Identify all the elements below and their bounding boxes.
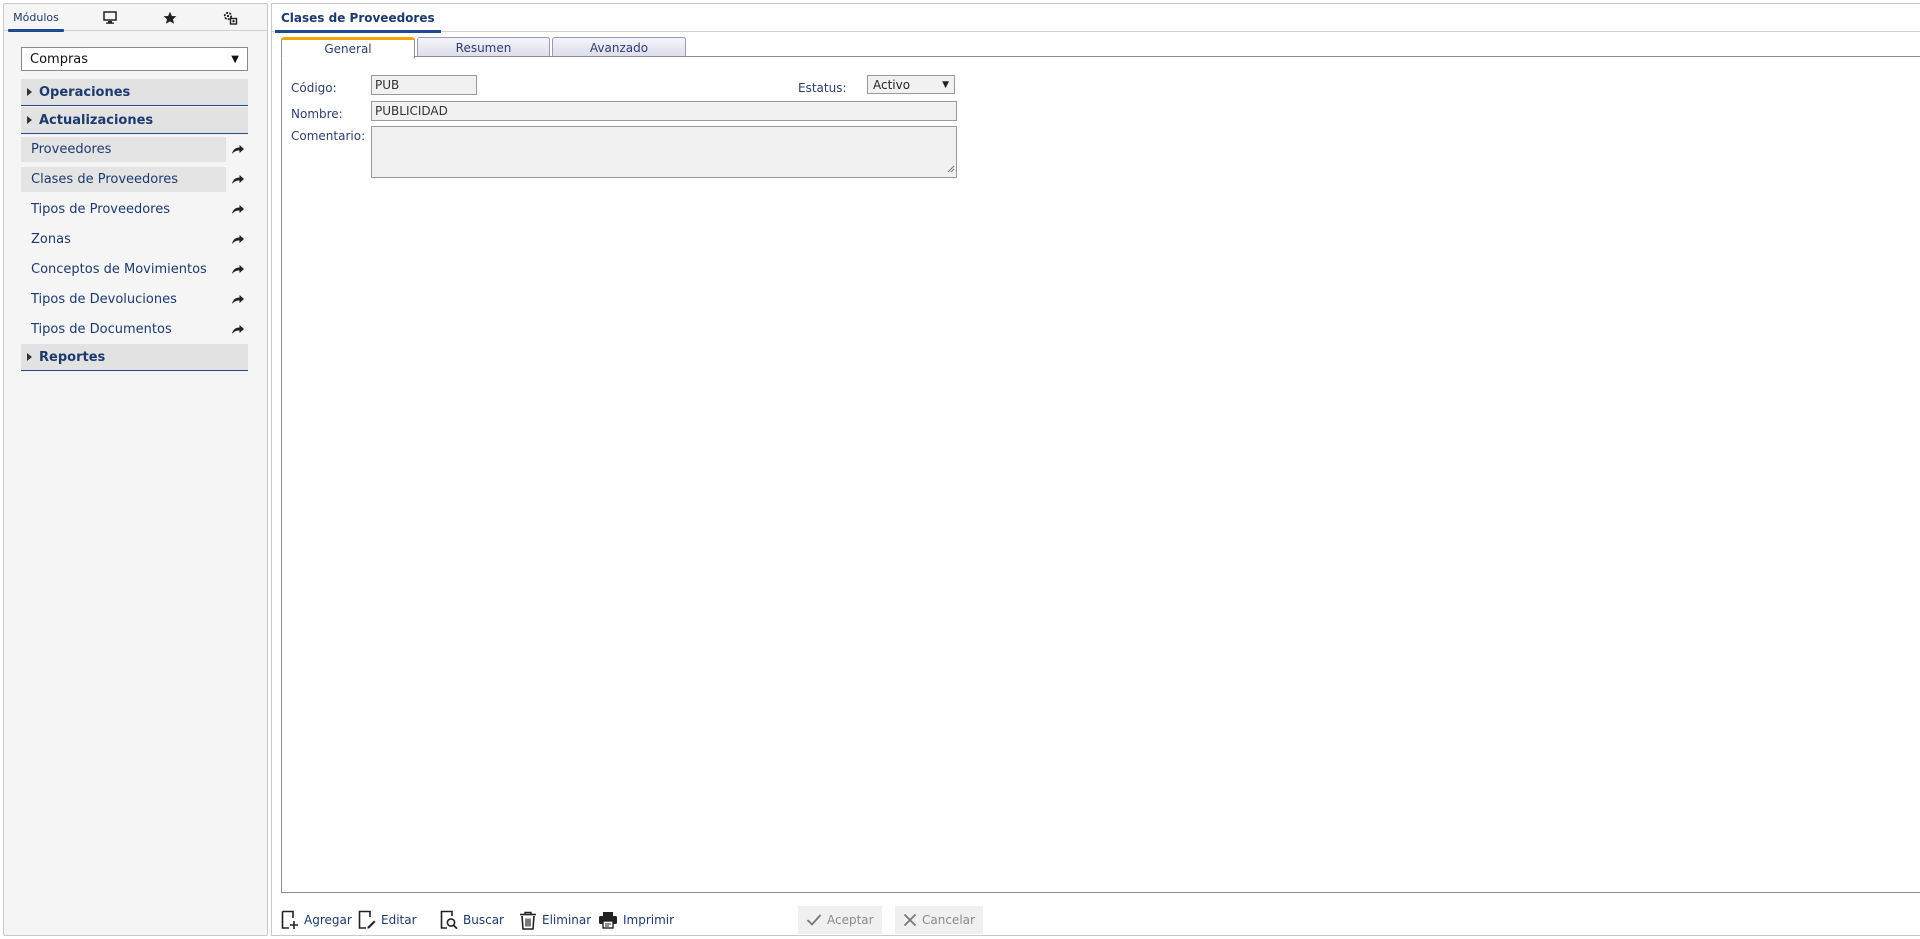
cancelar-button[interactable]: Cancelar xyxy=(895,906,983,934)
sidebar-item-label: Zonas xyxy=(31,232,71,247)
sidebar-item-label: Tipos de Devoluciones xyxy=(31,292,177,307)
sidebar-item-tipos-documentos[interactable]: Tipos de Documentos xyxy=(21,317,226,342)
dropdown-arrow-icon: ▼ xyxy=(942,79,949,90)
sidebar: Módulos Compras ▼ Operaciones Actualizac… xyxy=(3,3,268,936)
tab-favorites[interactable] xyxy=(140,4,200,31)
sidebar-item-clases-proveedores[interactable]: Clases de Proveedores xyxy=(21,167,226,192)
main-panel: Clases de Proveedores General Resumen Av… xyxy=(271,3,1920,936)
nombre-field[interactable]: PUBLICIDAD xyxy=(371,101,957,121)
eliminar-button[interactable]: Eliminar xyxy=(519,906,591,934)
tab-resumen[interactable]: Resumen xyxy=(417,37,550,57)
section-actualizaciones[interactable]: Actualizaciones xyxy=(21,107,248,134)
sidebar-item-conceptos-movimientos[interactable]: Conceptos de Movimientos xyxy=(21,257,226,282)
sidebar-item-label: Proveedores xyxy=(31,142,112,157)
main-header: Clases de Proveedores xyxy=(272,4,1920,33)
aceptar-label: Aceptar xyxy=(827,913,874,927)
sidebar-item-zonas[interactable]: Zonas xyxy=(21,227,226,252)
tab-modulos[interactable]: Módulos xyxy=(6,4,66,32)
module-select[interactable]: Compras ▼ xyxy=(21,47,248,71)
monitor-icon xyxy=(103,11,117,24)
editar-label: Editar xyxy=(381,913,417,927)
edit-document-icon xyxy=(358,910,376,930)
sidebar-tabs: Módulos xyxy=(4,4,267,32)
share-arrow-icon[interactable] xyxy=(229,140,247,158)
share-arrow-icon[interactable] xyxy=(229,290,247,308)
codigo-value: PUB xyxy=(375,78,400,92)
estatus-value: Activo xyxy=(873,77,911,92)
tab-modulos-label: Módulos xyxy=(13,11,59,24)
section-operaciones-label: Operaciones xyxy=(39,84,131,100)
tab-monitor[interactable] xyxy=(80,4,140,31)
page-title: Clases de Proveedores xyxy=(281,11,435,25)
nombre-value: PUBLICIDAD xyxy=(375,104,448,118)
share-arrow-icon[interactable] xyxy=(229,230,247,248)
buscar-button[interactable]: Buscar xyxy=(440,906,504,934)
imprimir-button[interactable]: Imprimir xyxy=(598,906,674,934)
printer-icon xyxy=(598,911,618,929)
sidebar-item-label: Tipos de Proveedores xyxy=(31,202,170,217)
tab-settings[interactable] xyxy=(200,4,260,31)
tab-avanzado-label: Avanzado xyxy=(589,40,649,55)
editar-button[interactable]: Editar xyxy=(358,906,417,934)
tab-general[interactable]: General xyxy=(281,37,415,59)
sidebar-item-label: Tipos de Documentos xyxy=(31,322,172,337)
share-arrow-icon[interactable] xyxy=(229,320,247,338)
star-icon xyxy=(163,11,177,25)
sidebar-item-proveedores[interactable]: Proveedores xyxy=(21,137,226,162)
comentario-label: Comentario: xyxy=(291,129,366,143)
estatus-label: Estatus: xyxy=(798,81,847,95)
add-document-icon xyxy=(281,910,299,930)
section-operaciones[interactable]: Operaciones xyxy=(21,79,248,106)
share-arrow-icon[interactable] xyxy=(229,170,247,188)
caret-right-icon xyxy=(27,88,32,96)
tab-resumen-label: Resumen xyxy=(455,40,512,55)
section-reportes[interactable]: Reportes xyxy=(21,344,248,371)
form-content xyxy=(281,56,1920,893)
agregar-label: Agregar xyxy=(304,913,352,927)
eliminar-label: Eliminar xyxy=(542,913,592,927)
section-actualizaciones-label: Actualizaciones xyxy=(39,112,154,128)
agregar-button[interactable]: Agregar xyxy=(281,906,352,934)
resize-grip-icon[interactable] xyxy=(946,162,955,176)
estatus-select[interactable]: Activo ▼ xyxy=(867,75,955,94)
section-reportes-label: Reportes xyxy=(39,349,106,365)
comentario-textarea[interactable] xyxy=(371,126,957,178)
tab-avanzado[interactable]: Avanzado xyxy=(552,37,686,57)
close-icon xyxy=(903,913,917,927)
module-select-value: Compras xyxy=(30,51,89,67)
settings-icon xyxy=(223,11,238,25)
caret-right-icon xyxy=(27,353,32,361)
caret-right-icon xyxy=(27,116,32,124)
check-icon xyxy=(806,913,822,927)
dropdown-arrow-icon: ▼ xyxy=(231,53,239,65)
nombre-label: Nombre: xyxy=(291,107,343,121)
search-document-icon xyxy=(440,910,458,930)
sidebar-item-tipos-proveedores[interactable]: Tipos de Proveedores xyxy=(21,197,226,222)
tab-clases-proveedores[interactable]: Clases de Proveedores xyxy=(275,4,441,33)
cancelar-label: Cancelar xyxy=(922,913,975,927)
codigo-field[interactable]: PUB xyxy=(371,75,477,95)
codigo-label: Código: xyxy=(291,81,337,95)
sidebar-item-label: Conceptos de Movimientos xyxy=(31,262,207,277)
share-arrow-icon[interactable] xyxy=(229,200,247,218)
imprimir-label: Imprimir xyxy=(623,913,675,927)
trash-icon xyxy=(519,911,537,930)
aceptar-button[interactable]: Aceptar xyxy=(798,906,882,934)
tab-general-label: General xyxy=(324,42,372,56)
buscar-label: Buscar xyxy=(463,913,504,927)
sidebar-item-tipos-devoluciones[interactable]: Tipos de Devoluciones xyxy=(21,287,226,312)
share-arrow-icon[interactable] xyxy=(229,260,247,278)
sidebar-item-label: Clases de Proveedores xyxy=(31,172,179,187)
